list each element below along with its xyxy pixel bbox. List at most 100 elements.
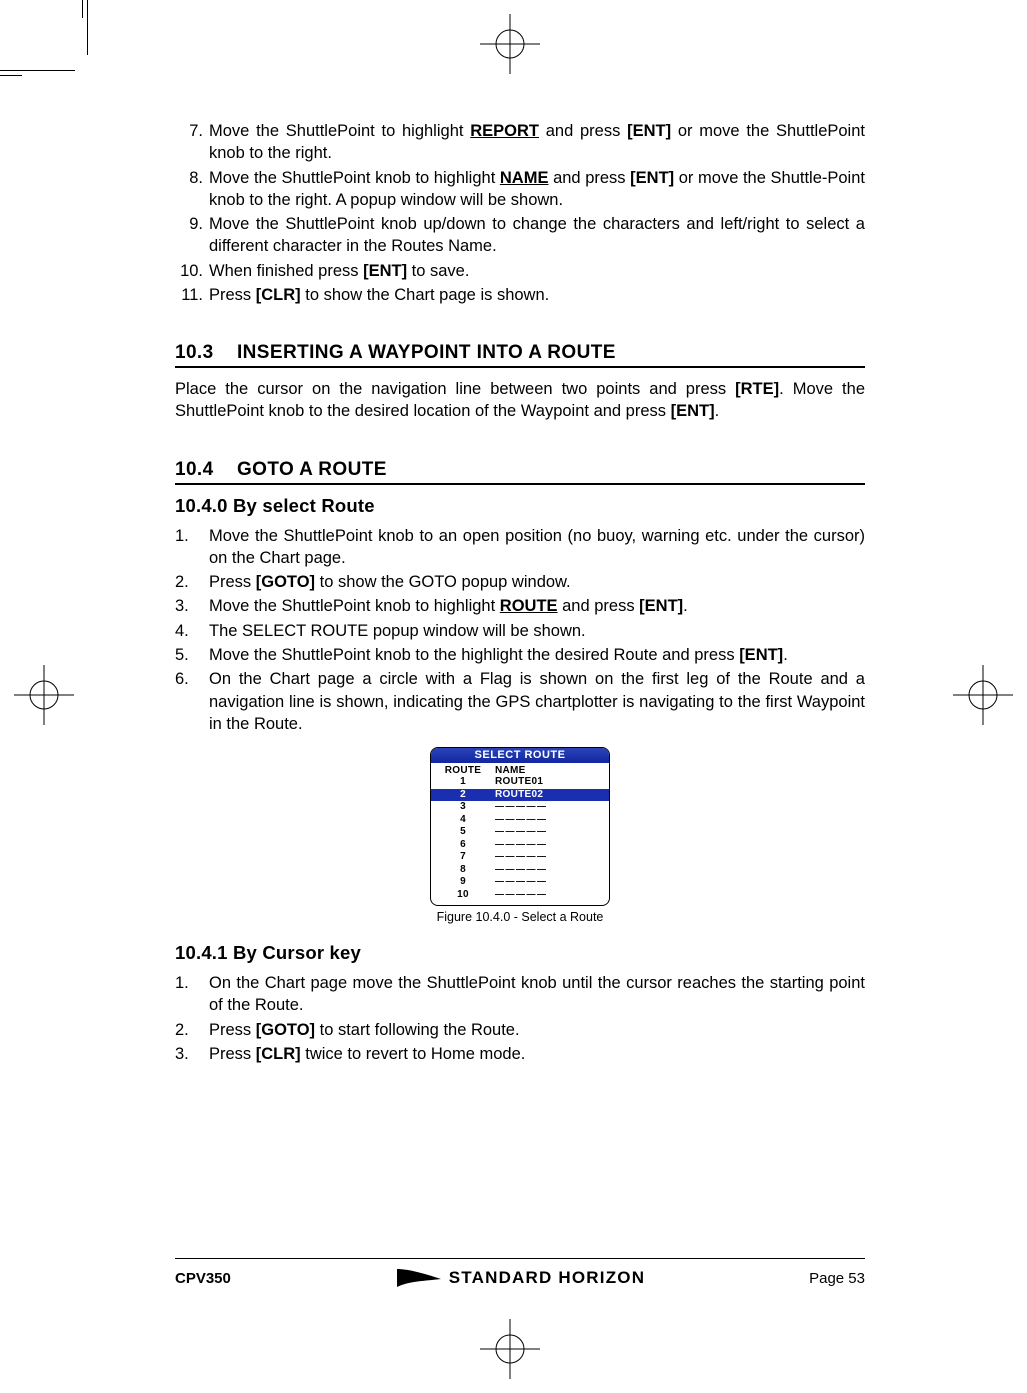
select-route-dialog: SELECT ROUTE ROUTE NAME 1ROUTE012ROUTE02… [430,747,610,906]
table-row: 4 [437,814,603,827]
list-item: 9.Move the ShuttlePoint knob up/down to … [175,213,865,258]
list-item-body: Press [CLR] twice to revert to Home mode… [209,1043,865,1065]
registration-mark-icon [14,665,74,725]
section-heading-10-3: 10.3 INSERTING A WAYPOINT INTO A ROUTE [175,342,865,368]
footer-brand: STANDARD HORIZON [231,1267,809,1289]
list-item: 3.Press [CLR] twice to revert to Home mo… [175,1043,865,1065]
section-paragraph: Place the cursor on the navigation line … [175,378,865,423]
figure-select-route: SELECT ROUTE ROUTE NAME 1ROUTE012ROUTE02… [430,747,610,924]
brand-text: STANDARD HORIZON [449,1268,645,1288]
list-item: 3.Move the ShuttlePoint knob to highligh… [175,595,865,617]
list-item-body: Move the ShuttlePoint knob to highlight … [209,167,865,212]
list-item: 2.Press [GOTO] to show the GOTO popup wi… [175,571,865,593]
list-item-number: 8. [175,167,209,212]
list-item-number: 7. [175,120,209,165]
footer-page-number: Page 53 [809,1270,865,1287]
table-header-row: ROUTE NAME [437,765,603,776]
cell-route-number: 4 [439,814,487,827]
page-footer: CPV350 STANDARD HORIZON Page 53 [175,1258,865,1289]
figure-caption: Figure 10.4.0 - Select a Route [430,910,610,924]
cell-route-number: 1 [439,776,487,789]
cell-route-number: 7 [439,851,487,864]
registration-mark-icon [953,665,1013,725]
registration-mark-icon [480,14,540,74]
list-item-number: 11. [175,284,209,306]
subsection-heading-10-4-0: 10.4.0 By select Route [175,495,865,517]
list-item: 1.On the Chart page move the ShuttlePoin… [175,972,865,1017]
cell-route-name: ROUTE02 [487,789,601,802]
list-item-number: 10. [175,260,209,282]
table-row: 5 [437,826,603,839]
list-item-body: When finished press [ENT] to save. [209,260,865,282]
cell-route-number: 9 [439,876,487,889]
step-list-10-4-0: 1.Move the ShuttlePoint knob to an open … [175,525,865,735]
cell-route-name [487,801,601,814]
cell-route-number: 10 [439,889,487,902]
cell-route-number: 3 [439,801,487,814]
list-item-body: Move the ShuttlePoint knob to the highli… [209,644,865,666]
list-item: 7.Move the ShuttlePoint to highlight REP… [175,120,865,165]
cell-route-number: 2 [439,789,487,802]
dialog-title: SELECT ROUTE [431,748,609,763]
list-item-body: The SELECT ROUTE popup window will be sh… [209,620,865,642]
table-row: 3 [437,801,603,814]
list-item-number: 3. [175,1043,209,1065]
list-item: 8.Move the ShuttlePoint knob to highligh… [175,167,865,212]
cell-route-name [487,889,601,902]
table-row: 6 [437,839,603,852]
list-item: 6.On the Chart page a circle with a Flag… [175,668,865,735]
section-title: GOTO A ROUTE [237,459,387,481]
list-item: 2.Press [GOTO] to start following the Ro… [175,1019,865,1041]
list-item-number: 1. [175,972,209,1017]
list-item-number: 1. [175,525,209,570]
column-header: ROUTE [439,765,487,776]
list-item-body: Press [GOTO] to show the GOTO popup wind… [209,571,865,593]
cell-route-name [487,851,601,864]
list-item: 5.Move the ShuttlePoint knob to the high… [175,644,865,666]
section-heading-10-4: 10.4 GOTO A ROUTE [175,459,865,485]
list-item-body: Move the ShuttlePoint knob to an open po… [209,525,865,570]
list-item: 10.When finished press [ENT] to save. [175,260,865,282]
list-item-number: 2. [175,1019,209,1041]
list-item-body: Press [GOTO] to start following the Rout… [209,1019,865,1041]
list-item: 4.The SELECT ROUTE popup window will be … [175,620,865,642]
section-number: 10.3 [175,342,237,364]
cell-route-name [487,876,601,889]
list-item-body: Move the ShuttlePoint knob up/down to ch… [209,213,865,258]
cell-route-name [487,826,601,839]
footer-model: CPV350 [175,1270,231,1287]
section-title: INSERTING A WAYPOINT INTO A ROUTE [237,342,616,364]
cell-route-number: 5 [439,826,487,839]
brand-swoosh-icon [395,1267,443,1289]
list-item-body: On the Chart page a circle with a Flag i… [209,668,865,735]
cell-route-name [487,864,601,877]
table-row: 2ROUTE02 [431,789,609,802]
table-row: 1ROUTE01 [437,776,603,789]
list-item-number: 6. [175,668,209,735]
crop-mark [0,75,22,76]
column-header: NAME [487,765,601,776]
crop-mark [0,70,75,71]
table-row: 7 [437,851,603,864]
step-list-10-4-1: 1.On the Chart page move the ShuttlePoin… [175,972,865,1065]
list-item-number: 2. [175,571,209,593]
cell-route-name [487,839,601,852]
list-item-number: 4. [175,620,209,642]
cell-route-number: 8 [439,864,487,877]
list-item-body: Move the ShuttlePoint knob to highlight … [209,595,865,617]
table-row: 8 [437,864,603,877]
table-row: 9 [437,876,603,889]
list-item: 1.Move the ShuttlePoint knob to an open … [175,525,865,570]
cell-route-name: ROUTE01 [487,776,601,789]
subsection-heading-10-4-1: 10.4.1 By Cursor key [175,942,865,964]
list-item-number: 5. [175,644,209,666]
table-row: 10 [437,889,603,902]
list-item-body: Press [CLR] to show the Chart page is sh… [209,284,865,306]
page-content: 7.Move the ShuttlePoint to highlight REP… [175,120,865,1067]
section-number: 10.4 [175,459,237,481]
list-item-number: 9. [175,213,209,258]
list-item-number: 3. [175,595,209,617]
list-item: 11.Press [CLR] to show the Chart page is… [175,284,865,306]
cell-route-number: 6 [439,839,487,852]
step-list-top: 7.Move the ShuttlePoint to highlight REP… [175,120,865,306]
